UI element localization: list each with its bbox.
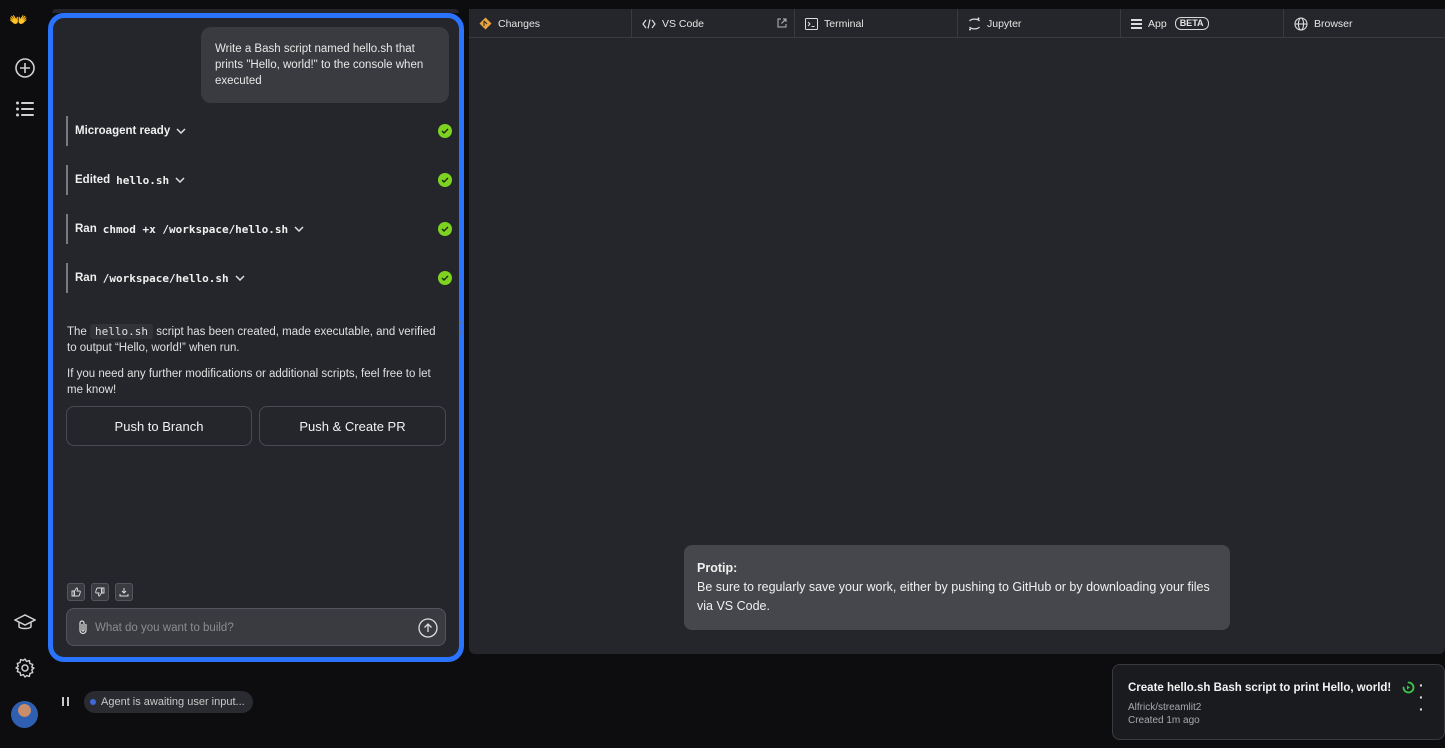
chevron-down-icon bbox=[176, 128, 186, 134]
thumbs-down-button[interactable] bbox=[91, 583, 109, 601]
protip-box: Protip: Be sure to regularly save your w… bbox=[684, 545, 1230, 630]
task-repo: Alfrick/streamlit2 bbox=[1128, 702, 1202, 713]
more-options-icon[interactable]: · · · bbox=[1419, 678, 1424, 716]
globe-icon bbox=[1294, 16, 1308, 31]
success-check-icon bbox=[438, 222, 452, 236]
tab-vscode[interactable]: VS Code bbox=[632, 9, 795, 38]
tab-changes[interactable]: Changes bbox=[469, 9, 632, 38]
tab-browser[interactable]: Browser bbox=[1284, 9, 1445, 38]
step-label: Edited hello.sh bbox=[75, 174, 185, 187]
tab-jupyter[interactable]: Jupyter bbox=[958, 9, 1121, 38]
code-icon bbox=[642, 18, 656, 29]
user-avatar[interactable] bbox=[11, 701, 38, 728]
pause-button[interactable] bbox=[58, 694, 72, 708]
terminal-icon bbox=[805, 17, 818, 30]
inline-code: hello.sh bbox=[90, 324, 154, 339]
new-conversation-button[interactable] bbox=[13, 56, 37, 80]
step-label: Microagent ready bbox=[75, 125, 186, 137]
chevron-down-icon bbox=[235, 275, 245, 281]
agent-status-pill: Agent is awaiting user input... bbox=[84, 691, 253, 713]
protip-title: Protip: bbox=[697, 561, 738, 575]
step-edited[interactable]: Edited hello.sh bbox=[66, 165, 452, 195]
workspace-tabs: Changes VS Code Terminal Jupyter App BET… bbox=[469, 9, 1445, 38]
tab-app[interactable]: App BETA bbox=[1121, 9, 1284, 38]
push-to-branch-button[interactable]: Push to Branch bbox=[66, 406, 252, 446]
download-icon bbox=[119, 588, 129, 597]
step-bar bbox=[66, 165, 68, 195]
thumbs-up-icon bbox=[71, 587, 81, 597]
jupyter-icon bbox=[968, 17, 981, 30]
step-bar bbox=[66, 263, 68, 293]
download-button[interactable] bbox=[115, 583, 133, 601]
graduation-cap-icon bbox=[14, 614, 36, 630]
success-check-icon bbox=[438, 173, 452, 187]
task-created: Created 1m ago bbox=[1128, 715, 1200, 726]
list-icon bbox=[16, 101, 34, 117]
beta-badge: BETA bbox=[1174, 17, 1209, 30]
chat-input[interactable] bbox=[95, 619, 405, 637]
task-card[interactable]: Create hello.sh Bash script to print Hel… bbox=[1112, 664, 1445, 740]
pause-icon bbox=[61, 696, 64, 706]
app-root: 👐 Write a Bash script named hello.sh tha… bbox=[0, 0, 1445, 748]
protip-body: Be sure to regularly save your work, eit… bbox=[697, 580, 1210, 613]
logo-icon[interactable]: 👐 bbox=[9, 11, 28, 29]
chevron-down-icon bbox=[175, 177, 185, 183]
chat-composer bbox=[66, 608, 446, 646]
paperclip-icon[interactable] bbox=[77, 619, 89, 635]
step-label: Ran /workspace/hello.sh bbox=[75, 272, 245, 285]
step-microagent[interactable]: Microagent ready bbox=[66, 116, 452, 146]
chevron-down-icon bbox=[294, 226, 304, 232]
assistant-followup: If you need any further modifications or… bbox=[67, 368, 431, 396]
plus-circle-icon bbox=[15, 58, 35, 78]
step-label: Ran chmod +x /workspace/hello.sh bbox=[75, 223, 304, 236]
conversations-button[interactable] bbox=[13, 97, 37, 121]
app-icon bbox=[1131, 18, 1142, 29]
step-bar bbox=[66, 214, 68, 244]
success-check-icon bbox=[438, 124, 452, 138]
external-link-icon[interactable] bbox=[777, 18, 787, 28]
step-ran-chmod[interactable]: Ran chmod +x /workspace/hello.sh bbox=[66, 214, 452, 244]
send-arrow-icon[interactable] bbox=[418, 618, 438, 638]
push-create-pr-button[interactable]: Push & Create PR bbox=[259, 406, 446, 446]
git-diamond-icon bbox=[479, 17, 492, 30]
chat-panel: Write a Bash script named hello.sh that … bbox=[48, 13, 464, 662]
assistant-summary: The hello.sh script has been created, ma… bbox=[67, 324, 436, 354]
thumbs-down-icon bbox=[95, 587, 105, 597]
gear-icon bbox=[15, 658, 35, 678]
step-ran-script[interactable]: Ran /workspace/hello.sh bbox=[66, 263, 452, 293]
user-message: Write a Bash script named hello.sh that … bbox=[201, 27, 449, 103]
task-title: Create hello.sh Bash script to print Hel… bbox=[1128, 682, 1392, 694]
loading-spinner-icon bbox=[1402, 681, 1415, 694]
chat-content: Write a Bash script named hello.sh that … bbox=[57, 22, 455, 653]
tab-terminal[interactable]: Terminal bbox=[795, 9, 958, 38]
docs-button[interactable] bbox=[13, 611, 37, 635]
settings-button[interactable] bbox=[13, 656, 37, 680]
step-bar bbox=[66, 116, 68, 146]
success-check-icon bbox=[438, 271, 452, 285]
thumbs-up-button[interactable] bbox=[67, 583, 85, 601]
left-rail: 👐 bbox=[0, 0, 50, 748]
collapse-handle[interactable]: ‹ › bbox=[459, 318, 462, 338]
